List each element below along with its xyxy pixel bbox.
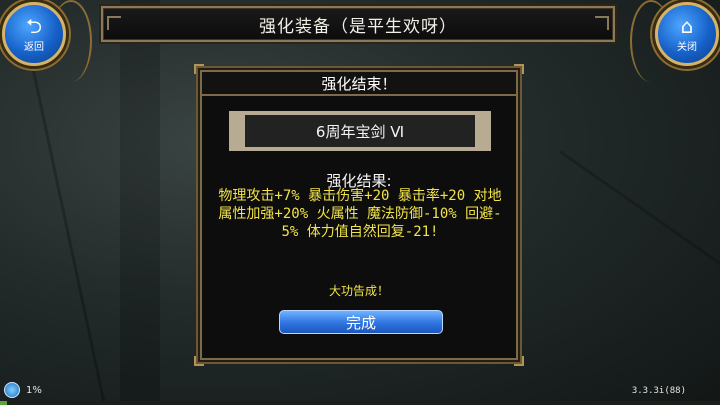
- header-title-bar: 强化装备（是平生欢呀）: [101, 6, 615, 42]
- page-title: 强化装备（是平生欢呀）: [259, 16, 457, 37]
- network-status-icon: [4, 382, 20, 398]
- frame-corner: [194, 356, 204, 366]
- progress-percent: 1%: [26, 385, 42, 396]
- item-name-plate: 6周年宝剑 Ⅵ: [229, 111, 491, 151]
- back-arrow-icon: ⮌: [25, 13, 43, 38]
- close-button[interactable]: ⌂ 关闭: [655, 2, 719, 66]
- progress-bar: [0, 401, 720, 405]
- version-label: 3.3.3i(88): [631, 386, 686, 396]
- close-button-label: 关闭: [677, 41, 697, 53]
- background-crack: [559, 150, 720, 268]
- background-pillar: [120, 0, 160, 405]
- back-button[interactable]: ⮌ 返回: [2, 2, 66, 66]
- dialog-title: 强化结束！: [202, 72, 516, 96]
- back-button-label: 返回: [24, 41, 44, 53]
- progress-fill: [0, 401, 8, 405]
- frame-corner: [514, 356, 524, 366]
- result-text: 物理攻击+7% 暴击伤害+20 暴击率+20 对地属性加强+20% 火属性 魔法…: [218, 188, 502, 240]
- home-icon: ⌂: [680, 13, 694, 38]
- item-name: 6周年宝剑 Ⅵ: [245, 115, 475, 147]
- success-text: 大功告成！: [328, 284, 389, 298]
- done-button[interactable]: 完成: [279, 310, 443, 334]
- enhance-result-dialog: 强化结束！ 6周年宝剑 Ⅵ 强化结果: 物理攻击+7% 暴击伤害+20 暴击率+…: [194, 64, 524, 366]
